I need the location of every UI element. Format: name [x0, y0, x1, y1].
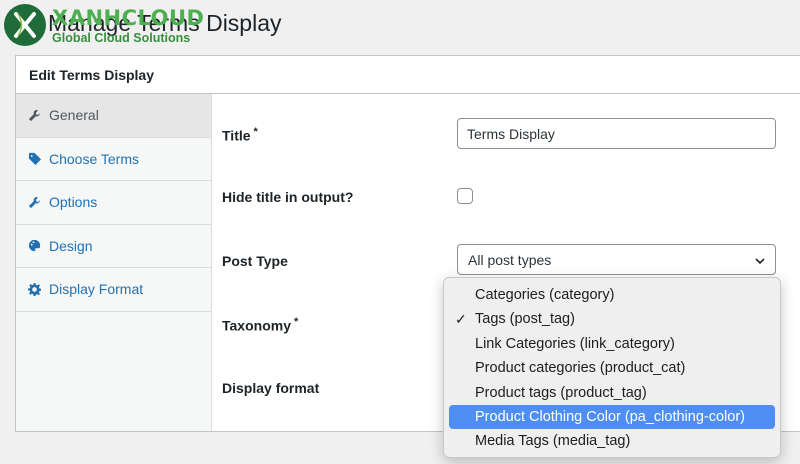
- sidebar-item-label: Design: [49, 237, 93, 254]
- dropdown-option[interactable]: Link Categories (link_category): [449, 332, 775, 356]
- sidebar-item-design[interactable]: Design: [16, 224, 211, 268]
- sidebar-item-label: General: [49, 107, 99, 124]
- dropdown-option-selected[interactable]: ✓ Tags (post_tag): [449, 307, 775, 331]
- sidebar-item-options[interactable]: Options: [16, 181, 211, 225]
- logo-tagline: Global Cloud Solutions: [52, 31, 191, 45]
- tag-icon: [27, 152, 41, 166]
- display-format-label: Display format: [222, 380, 320, 396]
- dropdown-option[interactable]: Product categories (product_cat): [449, 356, 775, 380]
- sidebar-item-general[interactable]: General: [16, 94, 211, 138]
- post-type-value: All post types: [468, 252, 552, 268]
- sidebar-item-label: Choose Terms: [49, 150, 140, 167]
- logo-name: XANHCLOUD: [52, 6, 205, 30]
- taxonomy-dropdown-list: Categories (category) ✓ Tags (post_tag) …: [443, 277, 781, 458]
- wrench-icon: [27, 195, 41, 209]
- brand-logo: XANHCLOUD Global Cloud Solutions: [4, 4, 214, 48]
- panel-title: Edit Terms Display: [16, 56, 800, 94]
- title-input[interactable]: [457, 118, 776, 149]
- chevron-down-icon: [754, 254, 766, 270]
- logo-mark-icon: [4, 4, 46, 46]
- palette-icon: [27, 239, 41, 253]
- checkmark-icon: ✓: [455, 311, 467, 328]
- post-type-select[interactable]: All post types: [457, 244, 776, 275]
- settings-sidebar: General Choose Terms Options Design Disp…: [16, 94, 212, 431]
- post-type-label: Post Type: [222, 253, 288, 269]
- sidebar-item-label: Options: [49, 194, 98, 211]
- sidebar-item-label: Display Format: [49, 281, 144, 298]
- taxonomy-label: Taxonomy *: [222, 316, 299, 334]
- title-label: Title *: [222, 126, 258, 144]
- sidebar-item-choose-terms[interactable]: Choose Terms: [16, 137, 211, 181]
- dropdown-option[interactable]: Media Tags (media_tag): [449, 429, 775, 453]
- hide-title-checkbox[interactable]: [457, 188, 473, 204]
- gear-icon: [27, 282, 41, 296]
- dropdown-option[interactable]: Product tags (product_tag): [449, 381, 775, 405]
- wrench-icon: [27, 108, 41, 122]
- hide-title-label: Hide title in output?: [222, 189, 354, 205]
- sidebar-item-display-format[interactable]: Display Format: [16, 268, 211, 312]
- dropdown-option-highlighted[interactable]: Product Clothing Color (pa_clothing-colo…: [449, 404, 775, 430]
- dropdown-option[interactable]: Categories (category): [449, 283, 775, 307]
